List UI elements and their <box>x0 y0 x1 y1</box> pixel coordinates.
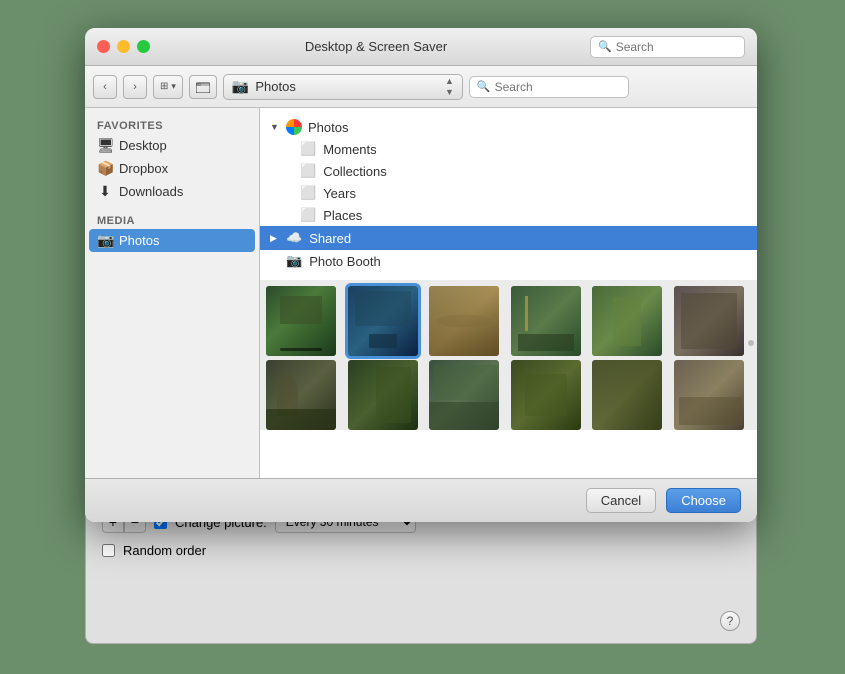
search-icon: 🔍 <box>598 40 612 53</box>
sidebar: Favorites 🖥 Desktop 📦 Dropbox ⬇ Download… <box>85 108 260 478</box>
places-label: Places <box>323 208 362 223</box>
expand-arrow-photos: ▼ <box>270 122 282 132</box>
photo-thumb-12[interactable] <box>674 360 744 430</box>
photos-root-label: Photos <box>308 120 348 135</box>
photo-thumb-6[interactable] <box>674 286 744 356</box>
sidebar-item-downloads-label: Downloads <box>119 184 183 199</box>
years-label: Years <box>323 186 356 201</box>
new-folder-button[interactable] <box>189 75 217 99</box>
places-icon: ⬜ <box>300 207 316 223</box>
close-button[interactable] <box>97 40 110 53</box>
chevron-icon: ▲ ▼ <box>445 76 454 97</box>
photos-root-icon <box>286 119 304 135</box>
sidebar-item-photos[interactable]: 📷 Photos <box>89 229 255 252</box>
sidebar-item-dropbox-label: Dropbox <box>119 161 168 176</box>
photo-thumb-4[interactable] <box>511 286 581 356</box>
moments-item[interactable]: ⬜ Moments <box>260 138 757 160</box>
sidebar-item-downloads[interactable]: ⬇ Downloads <box>85 180 259 203</box>
minimize-button[interactable] <box>117 40 130 53</box>
title-search-input[interactable] <box>616 40 737 54</box>
file-tree: ▼ Photos ⬜ Moments <box>260 108 757 280</box>
years-icon: ⬜ <box>300 185 316 201</box>
collections-label: Collections <box>323 164 387 179</box>
window-controls <box>97 40 150 53</box>
moments-icon: ⬜ <box>300 141 316 157</box>
shared-item[interactable]: ▶ ☁️ Shared <box>260 226 757 250</box>
maximize-button[interactable] <box>137 40 150 53</box>
title-bar: Desktop & Screen Saver 🔍 <box>85 28 757 66</box>
photobooth-item[interactable]: 📷 Photo Booth <box>260 250 757 272</box>
photo-thumb-11[interactable] <box>592 360 662 430</box>
cancel-button[interactable]: Cancel <box>586 488 656 513</box>
desktop-icon: 🖥 <box>97 137 113 154</box>
random-order-label: Random order <box>123 543 206 558</box>
photobooth-label: Photo Booth <box>309 254 381 269</box>
photo-thumb-1[interactable] <box>266 286 336 356</box>
collections-item[interactable]: ⬜ Collections <box>260 160 757 182</box>
photos-root-item[interactable]: ▼ Photos <box>260 116 757 138</box>
collections-icon: ⬜ <box>300 163 316 179</box>
toolbar-search-input[interactable] <box>495 80 621 94</box>
favorites-header: Favorites <box>85 116 259 134</box>
toolbar: ‹ › ⊞ ▾ 📷 Photos ▲ ▼ <box>85 66 757 108</box>
toolbar-search-icon: 🔍 <box>477 80 491 93</box>
media-header: Media <box>85 211 259 229</box>
back-button[interactable]: ‹ <box>93 75 117 99</box>
moments-label: Moments <box>323 142 376 157</box>
expand-shared: ▶ <box>270 233 282 244</box>
file-picker-window: Desktop & Screen Saver 🔍 ‹ › ⊞ ▾ <box>85 28 757 522</box>
help-button[interactable]: ? <box>720 611 740 631</box>
toolbar-search-box[interactable]: 🔍 <box>469 76 629 98</box>
bottom-bar: Cancel Choose <box>85 478 757 522</box>
choose-button[interactable]: Choose <box>666 488 741 513</box>
photo-thumb-2[interactable] <box>348 286 418 356</box>
window-title: Desktop & Screen Saver <box>162 39 590 54</box>
downloads-icon: ⬇ <box>97 183 113 200</box>
location-icon: 📷 <box>232 78 249 95</box>
dropbox-icon: 📦 <box>97 160 113 177</box>
location-selector[interactable]: 📷 Photos ▲ ▼ <box>223 74 463 100</box>
shared-cloud-icon: ☁️ <box>286 230 302 246</box>
main-content: Favorites 🖥 Desktop 📦 Dropbox ⬇ Download… <box>85 108 757 478</box>
photo-thumb-10[interactable] <box>511 360 581 430</box>
sidebar-item-dropbox[interactable]: 📦 Dropbox <box>85 157 259 180</box>
years-item[interactable]: ⬜ Years <box>260 182 757 204</box>
photo-thumb-8[interactable] <box>348 360 418 430</box>
sidebar-item-desktop[interactable]: 🖥 Desktop <box>85 134 259 157</box>
photo-thumb-7[interactable] <box>266 360 336 430</box>
title-search-box[interactable]: 🔍 <box>590 36 745 58</box>
shared-label: Shared <box>309 231 351 246</box>
photo-thumb-5[interactable] <box>592 286 662 356</box>
file-content-area: ▼ Photos ⬜ Moments <box>260 108 757 478</box>
view-toggle-button[interactable]: ⊞ ▾ <box>153 75 183 99</box>
photo-thumb-3[interactable] <box>429 286 499 356</box>
photos-sidebar-icon: 📷 <box>97 232 113 249</box>
photo-thumb-9[interactable] <box>429 360 499 430</box>
sidebar-item-desktop-label: Desktop <box>119 138 167 153</box>
sidebar-item-photos-label: Photos <box>119 233 159 248</box>
forward-button[interactable]: › <box>123 75 147 99</box>
random-order-checkbox[interactable] <box>102 544 115 557</box>
location-label: Photos <box>255 79 445 94</box>
photobooth-icon: 📷 <box>286 253 302 269</box>
places-item[interactable]: ⬜ Places <box>260 204 757 226</box>
